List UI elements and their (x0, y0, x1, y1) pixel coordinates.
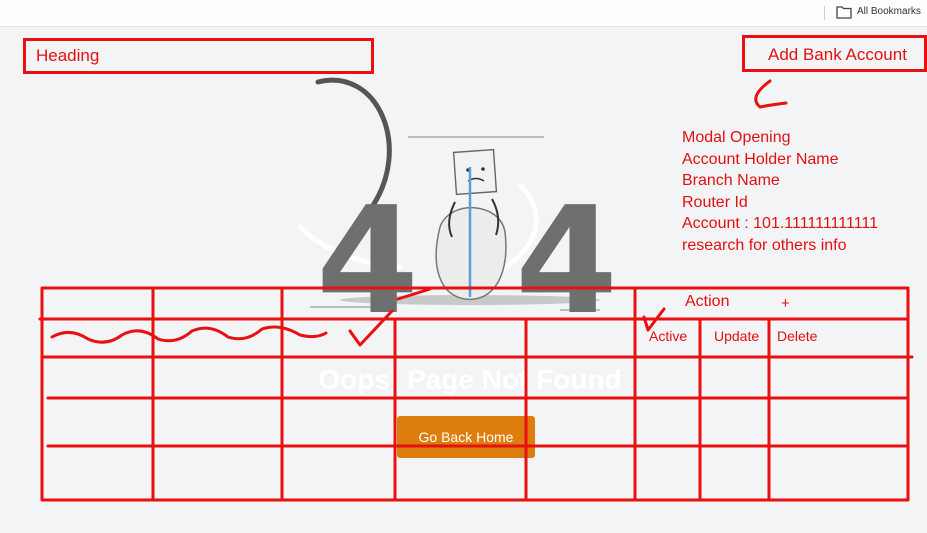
delete-action[interactable]: Delete (777, 328, 817, 344)
action-header: Action (685, 293, 730, 310)
update-action[interactable]: Update (714, 328, 759, 344)
page-content: 4 4 404 Oops! Page Not Found Go Back Hom… (0, 27, 927, 533)
annotation-sketch (38, 79, 914, 502)
bookmarks-bar: All Bookmarks (0, 0, 927, 27)
folder-icon[interactable] (836, 5, 852, 19)
bookmarks-separator (824, 6, 825, 20)
all-bookmarks-link[interactable]: All Bookmarks (857, 6, 921, 17)
active-action[interactable]: Active (649, 328, 687, 344)
add-row-button[interactable]: + (781, 295, 790, 312)
